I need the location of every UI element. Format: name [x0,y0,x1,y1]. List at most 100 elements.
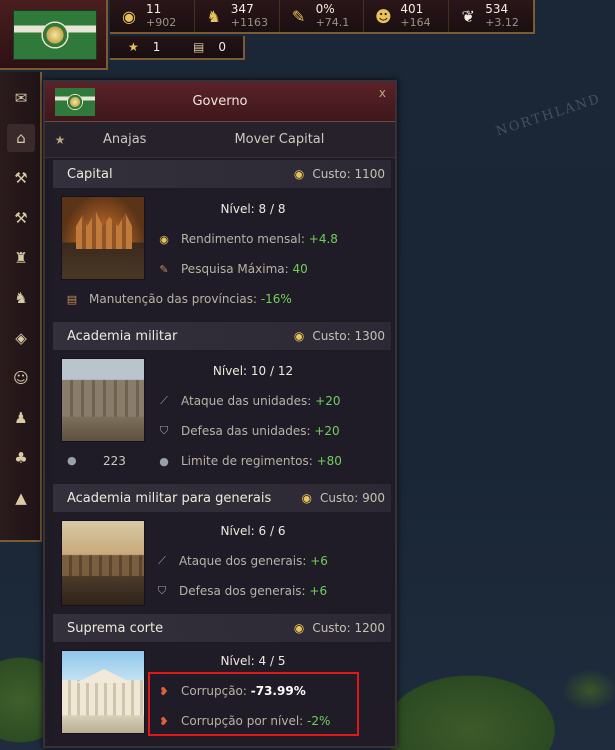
level-label: Nível: 8 / 8 [220,202,286,216]
stat-value: +6 [309,584,328,598]
sidebar-religion-icon[interactable]: ▲ [7,484,35,512]
gold-coins-icon: ◉ [293,621,305,635]
flag-emblem-icon [65,92,85,112]
resource-bar: ◉ 11 +902 ♞ 347 +1163 ✎ 0% +74.1 ☻ 401 +… [110,0,535,34]
section-title: Capital [67,166,113,182]
section-header-academia: Academia militar ◉ Custo: 1300 [53,322,391,350]
stat-row: ▤ Manutenção das províncias: -16% [65,292,292,306]
nation-flag-button[interactable] [0,0,108,70]
resource-delta: +74.1 [315,16,350,29]
sidebar-army-icon[interactable]: ♞ [7,284,35,312]
upgrade-cost-button[interactable]: ◉ Custo: 1100 [294,160,385,188]
stat-label: Defesa das unidades: [181,424,315,438]
population-icon: ☻ [375,6,392,26]
resource-value: 534 [485,2,509,16]
section-header-generais: Academia militar para generais ◉ Custo: … [53,484,391,512]
helmet-icon: ● [159,454,169,468]
sidebar-build-icon[interactable]: ⚒ [7,204,35,232]
sidebar-book-icon[interactable]: ✉ [7,84,35,112]
nation-flag [13,10,97,60]
cost-label: Custo: 1300 [312,329,385,343]
government-panel: Governo x ★ Anajas Mover Capital Capital… [43,80,397,748]
stat-value: +4.8 [308,232,338,246]
gold-coins-icon: ◉ [293,329,305,343]
stat-row: ◉ Rendimento mensal: +4.8 [157,232,338,246]
sidebar-tree-icon[interactable]: ♣ [7,444,35,472]
prestige-counter[interactable]: ★ 1 [110,40,175,54]
cost-label: Custo: 1200 [312,621,385,635]
close-button[interactable]: x [379,86,386,100]
resource-population[interactable]: ☻ 401 +164 [364,0,450,32]
gold-coins-icon: ◉ [159,232,169,246]
gold-coins-icon: ◉ [122,6,136,26]
section-body-academia: Nível: 10 / 12 ⟋ Ataque das unidades: +2… [53,352,391,482]
upgrade-cost-button[interactable]: ◉ Custo: 1200 [294,614,385,642]
regiment-count: 223 [103,454,126,468]
stat-row: ● Limite de regimentos: +80 [157,454,342,468]
tab-mover-capital[interactable]: Mover Capital [234,132,324,147]
section-body-generais: Nível: 6 / 6 ⟋ Ataque dos generais: +6 ⛉… [53,514,391,614]
resource-value: 401 [400,2,424,16]
level-label: Nível: 10 / 12 [212,364,294,378]
sidebar-economy-icon[interactable]: ♜ [7,244,35,272]
section-body-capital: Nível: 8 / 8 ◉ Rendimento mensal: +4.8 ✎… [53,190,391,320]
stat-label: Ataque dos generais: [179,554,311,568]
stat-row: ⛉ Defesa das unidades: +20 [157,424,340,438]
panel-title: Governo [192,94,248,109]
resource-delta: +3.12 [485,16,519,29]
resource-research[interactable]: ✎ 0% +74.1 [280,0,365,32]
cost-label: Custo: 1100 [312,167,385,181]
flag-emblem-icon [38,18,72,52]
resource-legitimacy[interactable]: ❦ 534 +3.12 [449,0,533,32]
sword-icon: ⟋ [160,394,168,407]
level-label: Nível: 6 / 6 [220,524,286,538]
scroll-counter[interactable]: ▤ 0 [175,40,240,54]
sidebar-hammer-icon[interactable]: ⚒ [7,164,35,192]
scroll-value: 0 [218,40,226,54]
dove-icon: ❦ [461,6,475,26]
stat-label: Defesa dos generais: [179,584,310,598]
stat-row: ⟋ Ataque dos generais: +6 [155,554,328,568]
resource-value: 11 [146,2,162,16]
stat-row: ⛉ Defesa dos generais: +6 [155,584,327,598]
research-icon: ✎ [159,262,169,276]
section-title: Academia militar [67,328,178,344]
prestige-value: 1 [152,40,161,54]
sidebar-diplomacy-icon[interactable]: ☺ [7,364,35,392]
resource-delta: +902 [146,16,177,29]
manpower-icon: ♞ [206,6,221,26]
shield-icon: ⛉ [157,584,167,597]
sidebar-government-icon[interactable]: ⌂ [7,124,35,152]
resource-manpower[interactable]: ♞ 347 +1163 [195,0,280,32]
sidebar-people-icon[interactable]: ♟ [7,404,35,432]
stat-value: +80 [316,454,342,468]
section-title: Academia militar para generais [67,490,272,506]
sword-icon: ⟋ [158,554,166,567]
resource-gold[interactable]: ◉ 11 +902 [110,0,195,32]
upgrade-cost-button[interactable]: ◉ Custo: 900 [301,484,385,512]
scroll-icon: ▤ [66,292,78,306]
stat-row: ⟋ Ataque das unidades: +20 [157,394,340,408]
panel-tabs: ★ Anajas Mover Capital [45,122,395,158]
gold-coins-icon: ◉ [301,491,312,505]
stat-label: Limite de regimentos: [181,454,317,468]
resource-delta: +1163 [230,16,269,29]
scroll-icon: ▤ [193,40,205,54]
research-icon: ✎ [291,6,306,26]
resource-value: 0% [315,2,335,16]
sidebar-map-icon[interactable]: ◈ [7,324,35,352]
stat-value: +6 [310,554,328,568]
stat-value: -16% [260,292,292,306]
generals-academy-image [61,520,145,606]
stat-value: 40 [292,262,308,276]
shield-icon: ⛉ [159,424,169,437]
stat-label: Pesquisa Máxima: [181,262,293,276]
upgrade-cost-button[interactable]: ◉ Custo: 1300 [294,322,385,350]
tab-anajas[interactable]: Anajas [103,132,146,147]
supreme-court-image [61,650,145,734]
stat-label: Ataque das unidades: [181,394,316,408]
resource-value: 347 [230,2,254,16]
left-sidebar: ✉ ⌂ ⚒ ⚒ ♜ ♞ ◈ ☺ ♟ ♣ ▲ [0,72,42,542]
academy-building-image [61,358,145,442]
section-header-corte: Suprema corte ◉ Custo: 1200 [53,614,391,642]
